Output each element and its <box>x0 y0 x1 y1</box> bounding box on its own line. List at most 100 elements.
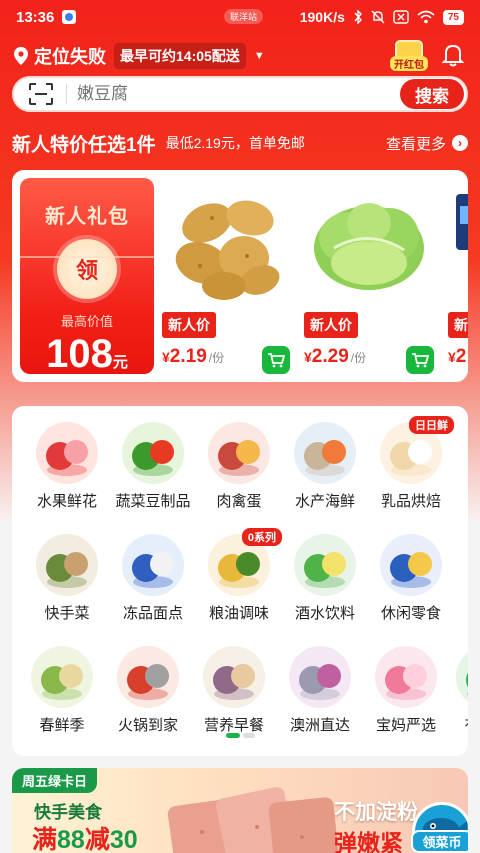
category-item[interactable]: 快手菜 <box>22 534 112 623</box>
gift-price-unit: 元 <box>112 354 128 371</box>
add-to-cart-button[interactable] <box>406 346 434 374</box>
network-speed: 190K/s <box>299 9 345 25</box>
product-card[interactable]: 新 ¥2 <box>448 170 468 382</box>
page-indicator <box>226 733 255 738</box>
category-item[interactable]: 水产海鲜 <box>280 422 370 511</box>
banner-discount-amount: 30 <box>109 826 138 853</box>
meat-egg-icon <box>208 422 270 484</box>
new-user-gift-pack[interactable]: 新人礼包 领 最高价值 108元 <box>20 178 154 377</box>
category-grid: 水果鲜花 蔬菜豆制品 肉禽蛋 水产海鲜 日日鲜 乳品烘焙 快手菜 冻品面点 0系列 粮油调味 酒水饮… <box>12 406 468 756</box>
red-packet-button[interactable]: 开红包 <box>390 40 428 72</box>
product-card[interactable]: 新人价 ¥2.19/份 <box>162 170 302 382</box>
new-user-price-tag: 新 <box>448 312 468 338</box>
category-icon-text: 健康 <box>456 668 468 685</box>
category-item[interactable]: 春鲜季 <box>17 646 107 735</box>
category-label: 粮油调味 <box>208 605 269 622</box>
price-value: 2 <box>455 346 467 367</box>
category-item[interactable]: 火锅到家 <box>103 646 193 735</box>
category-item[interactable]: 日日鲜乳品烘焙 <box>366 416 456 511</box>
scan-icon[interactable] <box>28 82 54 106</box>
status-center-pill: 联洋站 <box>224 9 264 24</box>
search-button[interactable]: 搜索 <box>400 79 464 109</box>
product-card[interactable]: 新人价 ¥2.29/份 <box>304 170 444 382</box>
add-to-cart-button[interactable] <box>262 346 290 374</box>
status-right: 190K/s 75 <box>300 9 464 25</box>
category-label: 营养早餐 <box>203 717 264 734</box>
category-label: 快手菜 <box>44 605 90 622</box>
category-label: 冻品面点 <box>122 605 183 622</box>
category-item[interactable]: 澳洲直达 <box>275 646 365 735</box>
battery-icon: 75 <box>442 9 464 25</box>
category-item[interactable]: 0系列粮油调味 <box>194 528 284 623</box>
price-value: 2.29 <box>311 346 349 367</box>
lettuce-image <box>314 203 424 290</box>
app-notification-icon <box>62 10 77 24</box>
gift-price-value: 108 <box>46 332 113 376</box>
fish-shrimp-icon <box>294 422 356 484</box>
banner-slogan-1: 不加淀粉 <box>334 801 418 824</box>
category-item[interactable]: 营养早餐 <box>189 646 279 735</box>
category-item[interactable]: 肉禽蛋 <box>194 422 284 511</box>
gift-claim-circle: 领 <box>57 239 117 299</box>
promo-subtitle: 最低2.19元，首单免邮 <box>165 135 305 151</box>
currency-symbol: ¥ <box>448 349 456 365</box>
category-label: 蔬菜豆制品 <box>115 493 191 510</box>
promo-title: 新人特价任选1件 <box>12 134 156 156</box>
bottle-image <box>456 194 468 250</box>
collect-coins-button[interactable]: 领菜币 <box>411 802 468 853</box>
location-pin-icon <box>14 47 28 65</box>
frozen-food-icon <box>122 534 184 596</box>
product-price: ¥2 <box>448 346 466 368</box>
category-item[interactable]: 休闲零食 <box>366 534 456 623</box>
bamboo-shoot-icon <box>31 646 93 708</box>
luncheon-meat-image <box>167 787 341 853</box>
see-more-link[interactable]: 查看更多 › <box>386 133 468 154</box>
category-label: 水果鲜花 <box>36 493 97 510</box>
gift-title: 新人礼包 <box>45 206 129 228</box>
category-item[interactable]: 冻品面点 <box>108 534 198 623</box>
promo-header: 新人特价任选1件 最低2.19元，首单免邮 查看更多 › <box>12 128 468 158</box>
promo-banner[interactable]: 周五绿卡日 快手美食 满88减30 不加淀粉 弹嫩紧 领菜币 <box>12 768 468 853</box>
currency-symbol: ¥ <box>304 349 312 365</box>
bluetooth-icon <box>354 10 362 24</box>
category-item[interactable]: 蔬菜豆制品 <box>108 422 198 511</box>
category-label: 乳品烘焙 <box>380 493 441 510</box>
banner-threshold: 88 <box>57 826 85 853</box>
category-badge: 日日鲜 <box>409 416 454 434</box>
category-label: 肉禽蛋 <box>216 493 262 510</box>
search-bar: 搜索 <box>12 76 468 112</box>
notification-bell-icon[interactable] <box>441 42 465 68</box>
strawberry-rose-icon <box>36 422 98 484</box>
chevron-right-icon: › <box>452 135 468 151</box>
gift-divider <box>20 256 154 258</box>
location-text[interactable]: 定位失败 <box>34 43 106 69</box>
mother-icon <box>375 646 437 708</box>
search-input[interactable] <box>77 84 400 104</box>
collect-coins-label: 领菜币 <box>411 830 468 853</box>
gift-price: 108元 <box>20 332 154 377</box>
cart-icon <box>412 353 429 368</box>
delivery-time-pill[interactable]: 最早可约14:05配送 <box>114 43 246 69</box>
koala-icon <box>289 646 351 708</box>
currency-symbol: ¥ <box>162 349 170 365</box>
category-item[interactable]: 宝妈严选 <box>361 646 451 735</box>
wifi-icon <box>417 10 435 24</box>
page-dot <box>243 733 255 738</box>
category-label: 水产海鲜 <box>294 493 355 510</box>
banner-tag: 周五绿卡日 <box>12 768 98 793</box>
status-bar: 13:36 联洋站 190K/s 75 <box>0 0 480 34</box>
category-label: 休闲零食 <box>380 605 441 622</box>
category-label: 有机生 <box>442 714 468 735</box>
category-item[interactable]: 水果鲜花 <box>22 422 112 511</box>
category-item[interactable]: 酒水饮料 <box>280 534 370 623</box>
broccoli-tomato-icon <box>122 422 184 484</box>
price-unit: /份 <box>350 351 367 365</box>
see-more-label: 查看更多 <box>385 135 446 153</box>
hotpot-icon <box>117 646 179 708</box>
category-label: 春鲜季 <box>39 717 85 734</box>
category-badge: 0系列 <box>241 528 282 546</box>
chevron-down-icon[interactable]: ▼ <box>254 50 265 62</box>
banner-main-prefix: 满 <box>32 826 58 853</box>
category-item[interactable]: 健康有机生 <box>442 646 468 735</box>
cart-icon <box>268 353 285 368</box>
